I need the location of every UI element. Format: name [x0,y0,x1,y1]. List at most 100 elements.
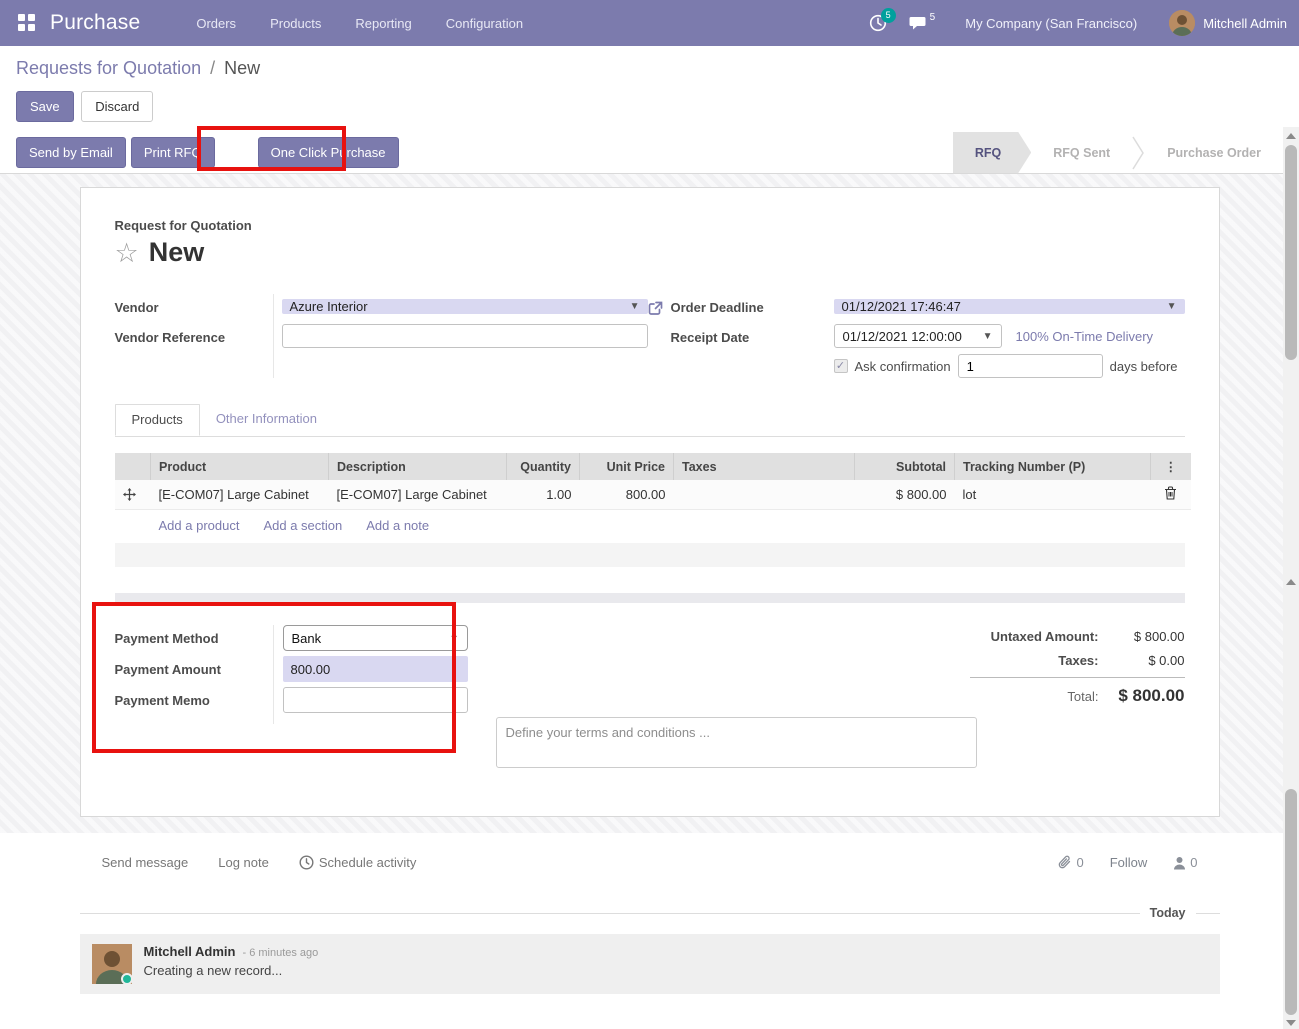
external-link-icon[interactable] [648,301,663,316]
favorite-star-icon[interactable]: ☆ [115,240,139,266]
column-taxes[interactable]: Taxes [674,453,855,480]
order-deadline-value: 01/12/2021 17:46:47 [842,299,961,314]
breadcrumb-separator: / [210,58,215,78]
delete-line-icon[interactable] [1164,486,1177,500]
log-note-button[interactable]: Log note [218,855,269,870]
menu-reporting[interactable]: Reporting [355,16,411,31]
top-navbar: Purchase Orders Products Reporting Confi… [0,0,1299,46]
tab-other-information[interactable]: Other Information [200,404,333,436]
print-rfq-button[interactable]: Print RFQ [131,137,215,168]
scrollbar-thumb[interactable] [1285,145,1297,360]
follow-button[interactable]: Follow [1110,855,1148,870]
vendor-field[interactable]: Azure Interior ▼ [282,299,648,314]
add-a-section-link[interactable]: Add a section [263,518,342,533]
terms-and-conditions-textarea[interactable] [496,717,977,768]
menu-products[interactable]: Products [270,16,321,31]
ask-confirmation-checkbox[interactable]: ✓ [834,359,848,373]
chat-bubble-icon [909,15,928,32]
menu-orders[interactable]: Orders [196,16,236,31]
discard-button[interactable]: Discard [81,91,153,122]
scroll-up-arrow-icon[interactable] [1286,133,1296,139]
notebook-tabs: Products Other Information [115,404,1185,437]
column-subtotal[interactable]: Subtotal [855,453,955,480]
app-title[interactable]: Purchase [50,11,140,35]
days-before-suffix: days before [1110,359,1178,374]
add-a-note-link[interactable]: Add a note [366,518,429,533]
column-product[interactable]: Product [151,453,329,480]
order-deadline-field[interactable]: 01/12/2021 17:46:47 ▼ [834,299,1185,314]
cell-unit-price[interactable]: 800.00 [580,480,674,510]
column-quantity[interactable]: Quantity [507,453,580,480]
totals-divider [970,677,1185,678]
chevron-separator-icon [1132,136,1145,170]
cell-product[interactable]: [E-COM07] Large Cabinet [151,480,329,510]
chatter: Send message Log note Schedule activity … [0,833,1299,994]
company-switcher[interactable]: My Company (San Francisco) [965,16,1137,31]
scrollbar-thumb[interactable] [1285,789,1297,1015]
order-lines-table: Product Description Quantity Unit Price … [115,453,1191,510]
payment-memo-label: Payment Memo [115,693,273,724]
messages-menu-button[interactable]: 5 [909,14,936,31]
one-click-purchase-button[interactable]: One Click Purchase [258,137,399,168]
taxes-label: Taxes: [1058,653,1098,668]
menu-configuration[interactable]: Configuration [446,16,523,31]
cell-tracking[interactable]: lot [955,480,1151,510]
receipt-date-label: Receipt Date [671,330,750,345]
status-step-rfq[interactable]: RFQ [953,132,1031,173]
add-a-product-link[interactable]: Add a product [159,518,240,533]
cell-taxes[interactable] [674,480,855,510]
odoo-app-window: Purchase Orders Products Reporting Confi… [0,0,1299,1029]
handle-column-header [115,453,151,480]
message-count: 5 [930,12,936,23]
optional-columns-icon[interactable]: ⋮ [1151,453,1191,480]
send-message-button[interactable]: Send message [102,855,189,870]
scroll-down-arrow-icon[interactable] [1286,1020,1296,1026]
cell-quantity[interactable]: 1.00 [507,480,580,510]
breadcrumb-parent[interactable]: Requests for Quotation [16,58,201,78]
activity-count-badge: 5 [881,8,896,23]
column-tracking-number[interactable]: Tracking Number (P) [955,453,1151,480]
payment-amount-input[interactable] [283,656,468,682]
user-name: Mitchell Admin [1203,16,1287,31]
follower-count: 0 [1190,855,1197,870]
table-row[interactable]: [E-COM07] Large Cabinet [E-COM07] Large … [115,480,1191,510]
tab-products[interactable]: Products [115,404,200,436]
message-timestamp: - 6 minutes ago [242,947,318,959]
form-sheet: Request for Quotation ☆ New Vendor Vendo… [80,187,1220,817]
apps-menu-icon[interactable] [18,14,36,32]
column-unit-price[interactable]: Unit Price [580,453,674,480]
status-step-rfq-sent[interactable]: RFQ Sent [1031,132,1132,173]
receipt-date-field[interactable]: 01/12/2021 12:00:00 ▼ [834,324,1002,348]
user-menu[interactable]: Mitchell Admin [1169,10,1287,36]
attachments-button[interactable]: 0 [1058,855,1083,870]
user-avatar [1169,10,1195,36]
followers-button[interactable]: 0 [1173,855,1197,870]
activity-menu-button[interactable]: 5 [869,14,887,32]
record-name: New [149,237,205,268]
horizontal-scrollbar[interactable] [115,593,1185,603]
message-author[interactable]: Mitchell Admin [144,944,236,959]
save-button[interactable]: Save [16,91,74,122]
cell-description[interactable]: [E-COM07] Large Cabinet [329,480,507,510]
untaxed-amount-label: Untaxed Amount: [991,629,1099,644]
schedule-activity-button[interactable]: Schedule activity [299,855,417,870]
column-description[interactable]: Description [329,453,507,480]
message-body: Creating a new record... [144,963,319,978]
payment-method-select[interactable]: Bank ▼ [283,625,468,651]
vendor-reference-label: Vendor Reference [115,330,273,360]
payment-memo-input[interactable] [283,687,468,713]
send-by-email-button[interactable]: Send by Email [16,137,126,168]
chatter-message[interactable]: Mitchell Admin - 6 minutes ago Creating … [80,934,1220,994]
receipt-date-value: 01/12/2021 12:00:00 [843,329,962,344]
total-label: Total: [1067,689,1098,704]
main-menu: Orders Products Reporting Configuration [196,16,523,31]
vertical-scrollbar[interactable] [1283,127,1299,1029]
status-step-purchase-order[interactable]: Purchase Order [1145,132,1283,173]
cell-subtotal[interactable]: $ 800.00 [855,480,955,510]
days-before-input[interactable] [958,354,1103,378]
vendor-reference-input[interactable] [282,324,648,348]
drag-handle-icon[interactable] [123,488,143,501]
payment-method-value: Bank [292,631,322,646]
on-time-delivery-link[interactable]: 100% On-Time Delivery [1016,329,1154,344]
scroll-up-arrow-icon[interactable] [1286,579,1296,585]
